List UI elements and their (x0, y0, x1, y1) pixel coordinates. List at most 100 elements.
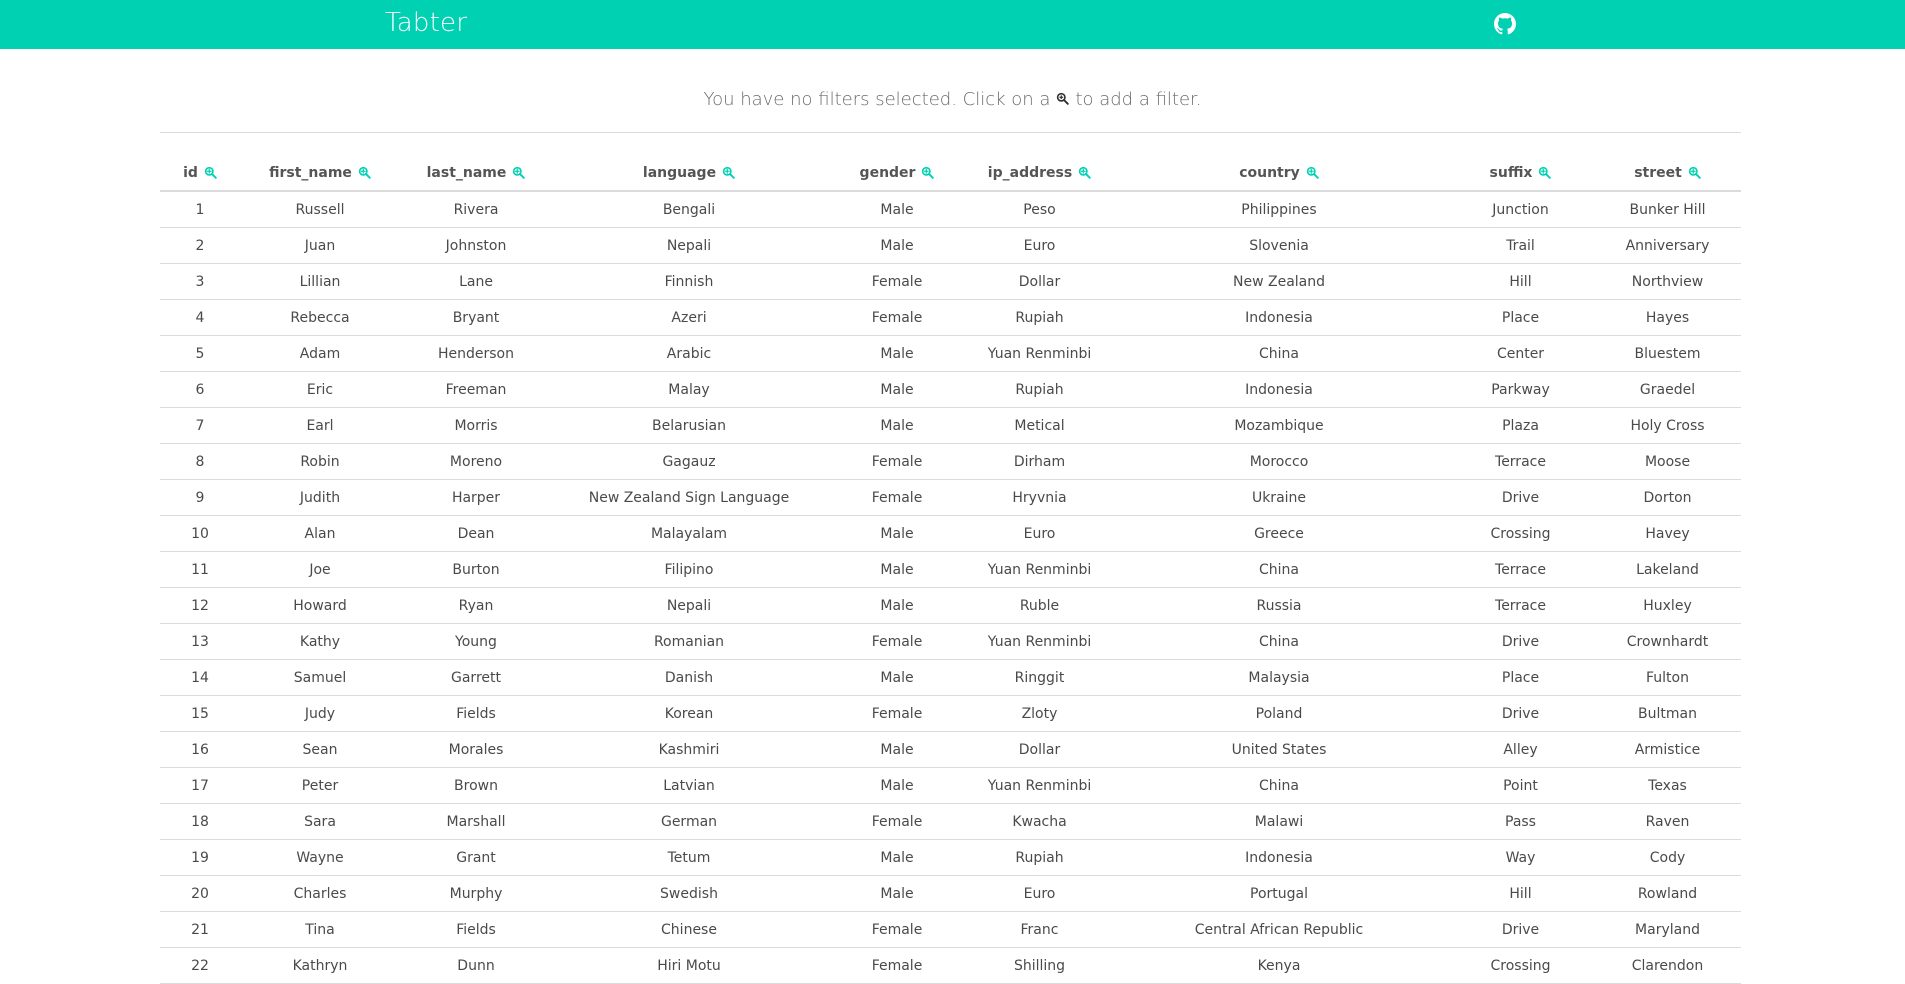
column-header-suffix: suffix (1447, 155, 1594, 192)
table-cell-country: Malaysia (1111, 659, 1447, 696)
table-row: 3 Lillian Lane Finnish Female Dollar New Zeala… (160, 263, 1741, 300)
column-header-ip-address: ip_address (968, 155, 1111, 192)
column-header-label: ip_address (987, 164, 1073, 181)
table-cell-street: Anniversary (1594, 227, 1741, 264)
table-cell-ip-address: Rupiah (968, 371, 1111, 408)
app-title[interactable]: Tabter (385, 8, 467, 38)
table-cell-id: 1 (160, 191, 240, 228)
table-cell-id: 17 (160, 767, 240, 804)
table-cell-last-name: Fields (400, 911, 552, 948)
table-cell-gender: Male (826, 659, 968, 696)
table-cell-ip-address: Dirham (968, 443, 1111, 480)
table-row: 20 Charles Murphy Swedish Male Euro Portugal Hi… (160, 875, 1741, 912)
column-header-label: first_name (269, 164, 352, 181)
search-plus-icon[interactable] (358, 166, 371, 179)
table-cell-id: 7 (160, 407, 240, 444)
table-row: 11 Joe Burton Filipino Male Yuan Renminbi Chin… (160, 551, 1741, 588)
table-cell-country: Russia (1111, 587, 1447, 624)
search-plus-icon (1057, 92, 1070, 105)
table-cell-last-name: Murphy (400, 875, 552, 912)
table-cell-language: Malayalam (552, 515, 826, 552)
table-header-row: id first_name last_name language gender ip_ad… (160, 155, 1741, 192)
table-cell-first-name: Kathryn (240, 947, 400, 984)
table-cell-ip-address: Yuan Renminbi (968, 335, 1111, 372)
table-row: 16 Sean Morales Kashmiri Male Dollar United St… (160, 731, 1741, 768)
table-cell-id: 6 (160, 371, 240, 408)
table-cell-suffix: Place (1447, 659, 1594, 696)
table-cell-gender: Male (826, 767, 968, 804)
table-cell-suffix: Trail (1447, 227, 1594, 264)
table-cell-id: 2 (160, 227, 240, 264)
table-cell-last-name: Lane (400, 263, 552, 300)
table-cell-street: Hayes (1594, 299, 1741, 336)
table-cell-language: Malay (552, 371, 826, 408)
table-cell-suffix: Plaza (1447, 407, 1594, 444)
table-cell-country: Morocco (1111, 443, 1447, 480)
search-plus-icon[interactable] (512, 166, 526, 179)
table-cell-first-name: Peter (240, 767, 400, 804)
table-cell-country: Indonesia (1111, 299, 1447, 336)
table-cell-country: Portugal (1111, 875, 1447, 912)
table-cell-country: Indonesia (1111, 839, 1447, 876)
table-cell-last-name: Freeman (400, 371, 552, 408)
table-cell-country: Central African Republic (1111, 911, 1447, 948)
table-cell-suffix: Terrace (1447, 551, 1594, 588)
table-cell-street: Bluestem (1594, 335, 1741, 372)
table-cell-last-name: Dean (400, 515, 552, 552)
table-cell-first-name: Wayne (240, 839, 400, 876)
table-cell-gender: Male (826, 515, 968, 552)
table-cell-country: Poland (1111, 695, 1447, 732)
search-plus-icon[interactable] (921, 166, 935, 179)
table-cell-last-name: Ryan (400, 587, 552, 624)
table-cell-suffix: Way (1447, 839, 1594, 876)
table-cell-street: Armistice (1594, 731, 1741, 768)
table-cell-id: 18 (160, 803, 240, 840)
table-cell-language: German (552, 803, 826, 840)
search-plus-icon[interactable] (1688, 166, 1701, 179)
table-cell-id: 11 (160, 551, 240, 588)
table-cell-gender: Male (826, 839, 968, 876)
table-cell-id: 12 (160, 587, 240, 624)
table-row: 6 Eric Freeman Malay Male Rupiah Indonesia Park… (160, 371, 1741, 408)
column-header-last-name: last_name (400, 155, 552, 192)
table-cell-language: Hiri Motu (552, 947, 826, 984)
table-cell-suffix: Center (1447, 335, 1594, 372)
table-cell-gender: Female (826, 263, 968, 300)
table-cell-first-name: Judy (240, 695, 400, 732)
table-cell-suffix: Parkway (1447, 371, 1594, 408)
search-plus-icon[interactable] (1078, 166, 1091, 179)
table-row: 5 Adam Henderson Arabic Male Yuan Renminbi Chi… (160, 335, 1741, 372)
table-cell-id: 3 (160, 263, 240, 300)
table-cell-language: Romanian (552, 623, 826, 660)
table-cell-suffix: Crossing (1447, 515, 1594, 552)
table-cell-suffix: Drive (1447, 911, 1594, 948)
table-row: 21 Tina Fields Chinese Female Franc Central Af… (160, 911, 1741, 948)
search-plus-icon[interactable] (1306, 166, 1319, 179)
table-row: 12 Howard Ryan Nepali Male Ruble Russia Terrace… (160, 587, 1741, 624)
table-cell-id: 19 (160, 839, 240, 876)
table-cell-first-name: Russell (240, 191, 400, 228)
table-cell-first-name: Joe (240, 551, 400, 588)
table-row: 15 Judy Fields Korean Female Zloty Poland Drive… (160, 695, 1741, 732)
github-icon[interactable] (1494, 13, 1516, 35)
table-cell-street: Lakeland (1594, 551, 1741, 588)
table-cell-language: Filipino (552, 551, 826, 588)
column-header-content: ip_address (988, 165, 1091, 181)
table-cell-first-name: Rebecca (240, 299, 400, 336)
table-cell-country: Slovenia (1111, 227, 1447, 264)
column-header-gender: gender (826, 155, 968, 192)
table-cell-ip-address: Kwacha (968, 803, 1111, 840)
table-cell-last-name: Johnston (400, 227, 552, 264)
table-cell-ip-address: Ringgit (968, 659, 1111, 696)
data-table: id first_name last_name language gender ip_ad… (160, 155, 1741, 984)
table-cell-ip-address: Peso (968, 191, 1111, 228)
table-cell-id: 10 (160, 515, 240, 552)
table-cell-ip-address: Dollar (968, 731, 1111, 768)
table-cell-first-name: Howard (240, 587, 400, 624)
table-row: 1 Russell Rivera Bengali Male Peso Philippines… (160, 191, 1741, 228)
search-plus-icon[interactable] (204, 166, 217, 179)
table-cell-first-name: Charles (240, 875, 400, 912)
search-plus-icon[interactable] (722, 166, 735, 179)
search-plus-icon[interactable] (1538, 166, 1552, 179)
table-cell-suffix: Alley (1447, 731, 1594, 768)
